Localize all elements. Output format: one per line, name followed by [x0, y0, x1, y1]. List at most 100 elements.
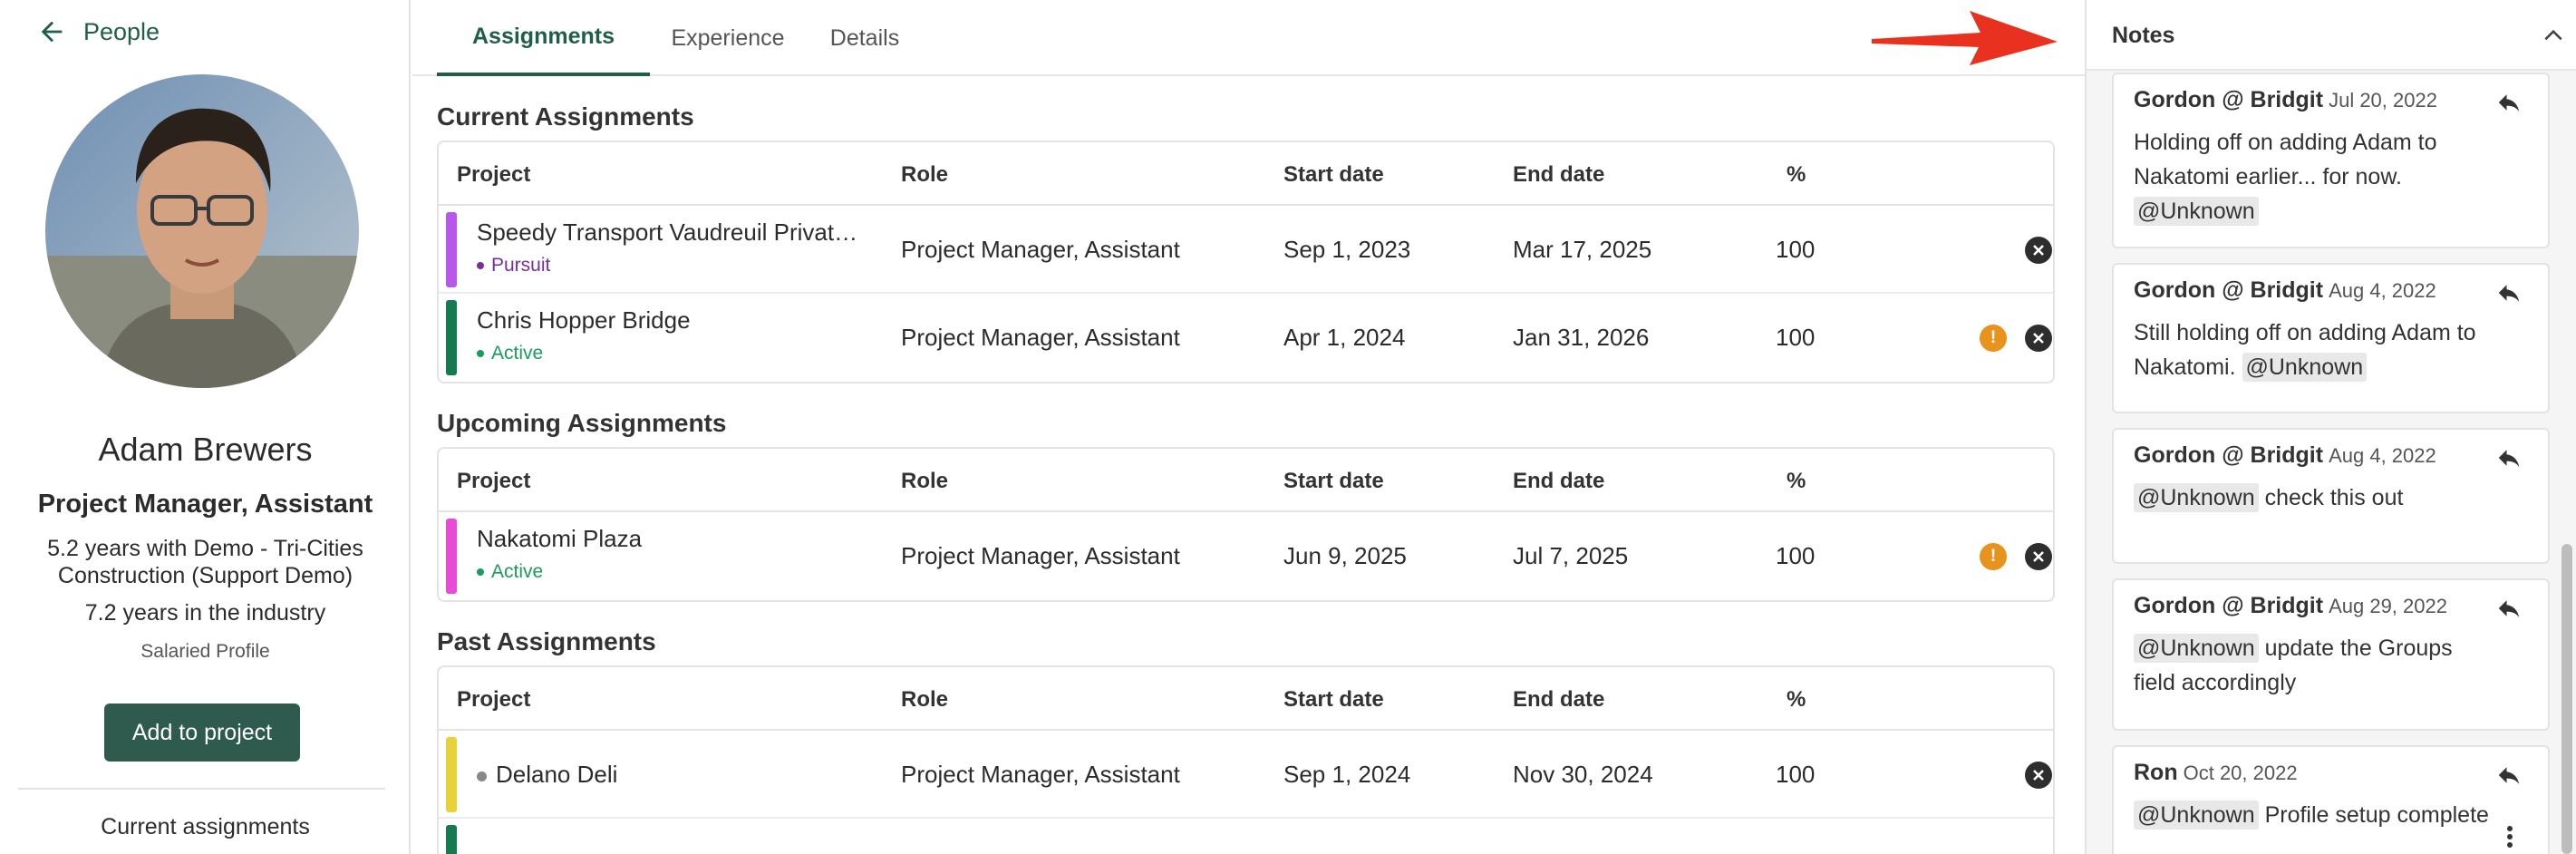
col-role: Role [901, 687, 949, 712]
end-date-cell: Mar 17, 2025 [1513, 236, 1652, 263]
col-start: Start date [1283, 162, 1384, 187]
end-date-cell: Jan 31, 2026 [1513, 324, 1650, 351]
project-color-stripe [446, 737, 457, 812]
table-header: Project Role Start date End date % [439, 449, 2053, 512]
note-author: Gordon @ Bridgit Aug 4, 2022 [2134, 277, 2436, 303]
project-color-stripe [446, 212, 457, 287]
chevron-up-icon[interactable] [2542, 24, 2565, 47]
project-color-stripe [446, 825, 457, 854]
start-date-cell: Apr 1, 2024 [1283, 324, 1406, 351]
tab-details[interactable]: Details [806, 0, 924, 76]
years-with-company: 5.2 years with Demo - Tri-Cities Constru… [47, 536, 363, 588]
note-body: @Unknown Profile setup complete [2134, 798, 2496, 832]
divider [18, 788, 385, 790]
table-header: Project Role Start date End date % [439, 667, 2053, 731]
project-name[interactable]: Nakatomi Plaza [477, 525, 642, 553]
note-body: Still holding off on adding Adam to Naka… [2134, 320, 2476, 382]
past-assignments-table: Project Role Start date End date % Delan… [437, 665, 2055, 854]
project-name[interactable]: Chris Hopper Bridge [477, 306, 691, 335]
warning-icon[interactable]: ! [1980, 543, 2007, 570]
note-body: Holding off on adding Adam to Nakatomi e… [2134, 130, 2437, 226]
note-date: Oct 20, 2022 [2183, 762, 2298, 784]
note-body: @Unknown update the Groups field accordi… [2134, 634, 2453, 695]
role-cell: Project Manager, Assistant [901, 761, 1180, 788]
warning-icon[interactable]: ! [1980, 325, 2007, 352]
project-name[interactable]: Speedy Transport Vaudreuil Privat… [477, 218, 857, 247]
avatar [45, 74, 359, 388]
end-date-cell: Nov 30, 2024 [1513, 761, 1653, 788]
reply-icon[interactable] [2495, 279, 2523, 306]
col-project: Project [457, 162, 531, 187]
note-body: @Unknown check this out [2134, 480, 2496, 515]
avatar-photo [45, 74, 359, 388]
notes-title: Notes [2112, 23, 2175, 48]
table-row[interactable]: Nakatomi Plaza Active Project Manager, A… [439, 512, 2053, 600]
mention-tag[interactable]: @Unknown [2134, 801, 2259, 830]
app-root: People Adam Brewers Project Manager, Ass… [0, 0, 2576, 854]
note-author: Gordon @ Bridgit Aug 29, 2022 [2134, 593, 2447, 618]
tab-bar: Assignments Experience Details [412, 0, 2085, 76]
note-card: Ron Oct 20, 2022 @Unknown Profile setup c… [2112, 745, 2550, 854]
remove-assignment-icon[interactable] [2025, 237, 2052, 264]
past-assignments-heading: Past Assignments [437, 627, 656, 655]
mention-tag[interactable]: @Unknown [2242, 353, 2368, 382]
upcoming-assignments-heading: Upcoming Assignments [437, 409, 727, 437]
percent-cell: 100 [1776, 761, 1816, 788]
col-end: End date [1513, 687, 1605, 712]
remove-assignment-icon[interactable] [2025, 325, 2052, 352]
add-to-project-button[interactable]: Add to project [104, 704, 300, 762]
project-color-stripe [446, 519, 457, 594]
person-role: Project Manager, Assistant [37, 490, 373, 519]
percent-cell: 100 [1776, 324, 1816, 351]
role-cell: Project Manager, Assistant [901, 236, 1180, 263]
note-card: Gordon @ Bridgit Aug 4, 2022 @Unknown che… [2112, 428, 2550, 564]
current-assignments-table: Project Role Start date End date % Speed… [437, 141, 2055, 383]
project-name[interactable]: Delano Deli [477, 761, 617, 789]
role-cell: Project Manager, Assistant [901, 542, 1180, 569]
note-author: Ron Oct 20, 2022 [2134, 760, 2298, 785]
tab-experience[interactable]: Experience [650, 0, 806, 76]
table-row[interactable]: Chris Hopper Bridge Active Project Manag… [439, 294, 2053, 382]
note-card: Gordon @ Bridgit Jul 20, 2022 Holding off… [2112, 73, 2550, 248]
note-card: Gordon @ Bridgit Aug 4, 2022 Still holdin… [2112, 263, 2550, 413]
mention-tag[interactable]: @Unknown [2134, 197, 2259, 226]
table-row-partial[interactable] [439, 819, 2053, 854]
percent-cell: 100 [1776, 542, 1816, 569]
start-date-cell: Jun 9, 2025 [1283, 542, 1407, 569]
mention-tag[interactable]: @Unknown [2134, 634, 2259, 663]
table-row[interactable]: Speedy Transport Vaudreuil Privat… Pursu… [439, 206, 2053, 294]
notes-header: Notes [2087, 0, 2576, 71]
table-header: Project Role Start date End date % [439, 142, 2053, 206]
reply-icon[interactable] [2495, 444, 2523, 471]
current-assignments-link[interactable]: Current assignments [0, 814, 411, 840]
profile-panel: People Adam Brewers Project Manager, Ass… [0, 0, 411, 854]
notes-scrollbar-thumb[interactable] [2561, 544, 2572, 854]
note-card: Gordon @ Bridgit Aug 29, 2022 @Unknown up… [2112, 578, 2550, 731]
reply-icon[interactable] [2495, 595, 2523, 622]
person-name: Adam Brewers [98, 431, 313, 468]
col-percent: % [1787, 469, 1806, 493]
tab-assignments[interactable]: Assignments [437, 0, 650, 76]
years-in-industry: 7.2 years in the industry [84, 600, 326, 626]
col-role: Role [901, 469, 949, 493]
reply-icon[interactable] [2495, 762, 2523, 789]
role-cell: Project Manager, Assistant [901, 324, 1180, 351]
remove-assignment-icon[interactable] [2025, 762, 2052, 789]
end-date-cell: Jul 7, 2025 [1513, 542, 1629, 569]
col-project: Project [457, 687, 531, 712]
col-project: Project [457, 469, 531, 493]
back-label: People [83, 17, 160, 45]
reply-icon[interactable] [2495, 89, 2523, 116]
remove-assignment-icon[interactable] [2025, 543, 2052, 570]
mention-tag[interactable]: @Unknown [2134, 483, 2259, 512]
status-badge: Pursuit [477, 255, 550, 277]
kebab-menu-icon[interactable] [2506, 825, 2513, 849]
back-to-people-link[interactable]: People [36, 16, 160, 47]
status-badge: Active [477, 561, 543, 583]
col-percent: % [1787, 687, 1806, 712]
note-date: Aug 29, 2022 [2329, 595, 2447, 617]
col-start: Start date [1283, 469, 1384, 493]
notes-panel: Notes Gordon @ Bridgit Jul 20, 2022 Holdi… [2085, 0, 2576, 854]
table-row[interactable]: Delano Deli Project Manager, Assistant S… [439, 731, 2053, 819]
note-author: Gordon @ Bridgit Aug 4, 2022 [2134, 442, 2436, 468]
